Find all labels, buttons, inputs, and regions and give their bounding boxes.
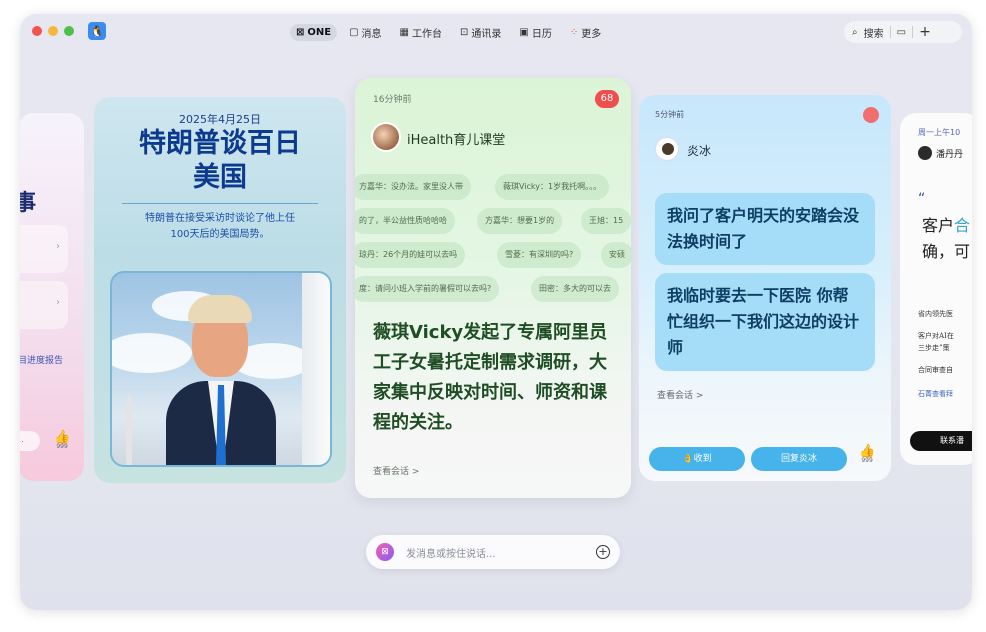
news-headline: 特朗普谈百日 美国	[94, 127, 346, 195]
assistant-logo-icon[interactable]: ⊠	[376, 543, 394, 561]
quote-text: 客户合 确，可	[922, 213, 970, 265]
divider	[889, 26, 891, 38]
group-name: iHealth育儿课堂	[407, 133, 506, 148]
divider	[912, 26, 914, 38]
nav-one[interactable]: ⊠ ONE	[290, 24, 338, 41]
subtitle-line: 特朗普在接受采访时谈论了他上任	[145, 213, 295, 224]
avatar	[655, 137, 679, 161]
message-chip[interactable]: 薇琪Vicky：1岁我托啊。。。	[495, 174, 610, 200]
message-chip[interactable]: 雪菱：有深圳的吗?	[497, 242, 582, 268]
news-photo	[110, 271, 332, 467]
view-conversation-link[interactable]: 查看会话 >	[657, 388, 703, 401]
message-icon: ▢	[349, 27, 359, 38]
contacts-icon: ⊡	[460, 27, 469, 38]
search-icon[interactable]: ⌕	[852, 27, 858, 38]
toolbar-right: ⌕ 搜索 ▭ +	[844, 21, 962, 43]
calendar-icon: ▣	[519, 27, 529, 38]
minimize-window-button[interactable]	[48, 26, 58, 36]
summary-text: 薇琪Vicky发起了专属阿里员工子女暑托定制需求调研，大家集中反映对时间、师资和…	[373, 322, 608, 433]
action-pill[interactable]: ...	[20, 431, 40, 451]
detail-link[interactable]: 石菁查看拜	[918, 389, 953, 399]
message-bubble: 我临时要去一下医院 你帮忙组织一下我们这边的设计师	[655, 273, 875, 371]
message-chip[interactable]: 方嘉华：没办法。家里没人带	[355, 174, 471, 200]
plus-icon[interactable]: +	[919, 24, 931, 40]
like-button[interactable]: 👍 999	[54, 431, 70, 450]
message-chip[interactable]: 度：请问小班入学前的暑假可以去吗?	[355, 276, 500, 302]
list-item[interactable]: ›	[20, 225, 68, 273]
sender-name: 炎冰	[687, 144, 712, 158]
list-item[interactable]: ›	[20, 281, 68, 329]
zoom-window-button[interactable]	[64, 26, 74, 36]
card-right-partial[interactable]: 周一上午10 潘丹丹 “ 客户合 确，可 省内领先医 客户对AI在 三步走”策 …	[900, 113, 972, 465]
nav-more[interactable]: ⁘ 更多	[564, 22, 607, 43]
timestamp: 16分钟前	[373, 95, 412, 105]
nav-contacts[interactable]: ⊡ 通讯录	[454, 22, 507, 43]
chevron-right-icon: ›	[56, 297, 60, 308]
detail-line: 省内领先医	[918, 310, 953, 318]
headline-line: 特朗普谈百日	[139, 128, 301, 159]
one-icon: ⊠	[296, 27, 305, 38]
nav-calendar[interactable]: ▣ 日历	[513, 22, 557, 43]
view-conversation-link[interactable]: 查看会话 >	[373, 464, 419, 477]
report-link[interactable]: 目进度报告	[20, 353, 63, 366]
search-button[interactable]: 搜索	[864, 25, 884, 40]
person-hair	[188, 295, 252, 323]
message-chip[interactable]: 琼丹：26个月的娃可以去吗	[355, 242, 466, 268]
message-chip[interactable]: 的了，半公益性质哈哈哈	[355, 208, 455, 234]
news-date: 2025年4月25日	[179, 113, 261, 126]
reply-button[interactable]: 回复炎冰	[751, 447, 847, 471]
card-left-partial[interactable]: 事 › › 目进度报告 ... 👍999	[20, 113, 84, 481]
sender-name: 潘丹丹	[936, 150, 964, 160]
more-grid-icon: ⁘	[569, 27, 579, 38]
chat-bubble-icon[interactable]: ▭	[897, 27, 906, 38]
workbench-icon: ▦	[399, 27, 409, 38]
detail-line: 客户对AI在	[918, 332, 954, 340]
window-controls	[32, 26, 74, 36]
divider	[122, 203, 318, 204]
received-button[interactable]: 👌收到	[649, 447, 745, 471]
message-bubble: 我问了客户明天的安踏会没法换时间了	[655, 193, 875, 265]
news-subtitle: 特朗普在接受采访时谈论了他上任 100天后的美国局势。	[94, 211, 346, 243]
top-navigation: ⊠ ONE ▢ 消息 ▦ 工作台 ⊡ 通讯录 ▣ 日历 ⁘ 更多	[290, 22, 607, 43]
unread-dot	[863, 107, 879, 123]
like-count: 999	[56, 443, 68, 450]
headline-line: 美国	[193, 162, 247, 193]
close-window-button[interactable]	[32, 26, 42, 36]
timestamp: 周一上午10	[918, 128, 961, 137]
avatar	[918, 146, 932, 160]
app-window: 🐧 ⊠ ONE ▢ 消息 ▦ 工作台 ⊡ 通讯录 ▣ 日历 ⁘ 更多 ⌕ 搜索 ▭ + 事 …	[20, 14, 972, 610]
penguin-app-icon[interactable]: 🐧	[88, 22, 106, 40]
quote-highlight: 合	[954, 216, 971, 235]
composer-input[interactable]: 发消息或按住说话...	[406, 545, 596, 560]
quote-text-part: 确，可	[922, 242, 971, 261]
detail-line: 三步走”策	[918, 344, 950, 352]
plus-circle-icon[interactable]: +	[596, 545, 610, 559]
quote-mark: “	[918, 191, 926, 207]
unread-badge: 68	[595, 90, 619, 108]
message-chip[interactable]: 安硕	[601, 242, 631, 268]
group-chat-card[interactable]: 16分钟前 68 iHealth育儿课堂 方嘉华：没办法。家里没人带 薇琪Vic…	[355, 78, 631, 498]
nav-messages[interactable]: ▢ 消息	[343, 22, 387, 43]
cloud	[112, 333, 192, 373]
message-composer[interactable]: ⊠ 发消息或按住说话... +	[366, 535, 620, 569]
like-count: 999	[861, 457, 873, 464]
card-title-fragment: 事	[20, 191, 37, 216]
timestamp: 5分钟前	[655, 110, 685, 119]
message-chip[interactable]: 田密：多大的可以去	[531, 276, 619, 302]
news-card[interactable]: 2025年4月25日 特朗普谈百日 美国 特朗普在接受采访时谈论了他上任 100…	[94, 97, 346, 483]
monument-shape	[126, 393, 132, 465]
group-avatar	[371, 122, 401, 152]
message-chip[interactable]: 王旭：15	[581, 208, 631, 234]
nav-workbench[interactable]: ▦ 工作台	[394, 22, 448, 43]
message-chip[interactable]: 方嘉华：想要1岁的	[477, 208, 563, 234]
subtitle-line: 100天后的美国局势。	[170, 229, 270, 240]
direct-message-card[interactable]: 5分钟前 炎冰 我问了客户明天的安踏会没法换时间了 我临时要去一下医院 你帮忙组…	[639, 95, 891, 481]
contact-button[interactable]: 联系潘	[910, 431, 972, 451]
pillar-shape	[302, 273, 330, 465]
quote-text-part: 客户	[922, 216, 955, 235]
like-button[interactable]: 👍 999	[859, 445, 875, 464]
detail-line: 合同审查自	[918, 366, 953, 374]
chevron-right-icon: ›	[56, 241, 60, 252]
